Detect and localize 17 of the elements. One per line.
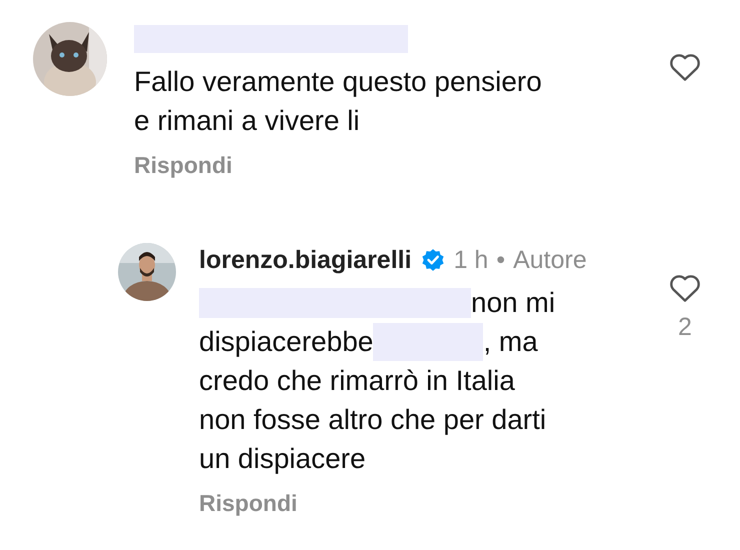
comment-text: e rimani a vivere li (134, 104, 360, 138)
comment-text: Fallo veramente questo pensiero (134, 65, 542, 99)
separator-dot: • (496, 246, 506, 274)
comment-text: non fosse altro che per darti (199, 403, 546, 437)
heart-icon[interactable] (669, 273, 701, 303)
comment-text: credo che rimarrò in Italia (199, 364, 515, 398)
comment-text: non mi (471, 286, 556, 320)
reply-link[interactable]: Rispondi (199, 490, 298, 517)
reply-link[interactable]: Rispondi (134, 152, 232, 179)
author-label: Autore (513, 246, 587, 274)
comment-text: dispiacerebbe (199, 325, 374, 359)
username[interactable]: lorenzo.biagiarelli (199, 246, 412, 274)
comment-text: un dispiacere (199, 442, 366, 476)
like-count: 2 (678, 313, 692, 342)
heart-icon[interactable] (669, 52, 701, 82)
comment-text: , ma (483, 325, 538, 359)
comment-time: 1 h (454, 246, 488, 274)
